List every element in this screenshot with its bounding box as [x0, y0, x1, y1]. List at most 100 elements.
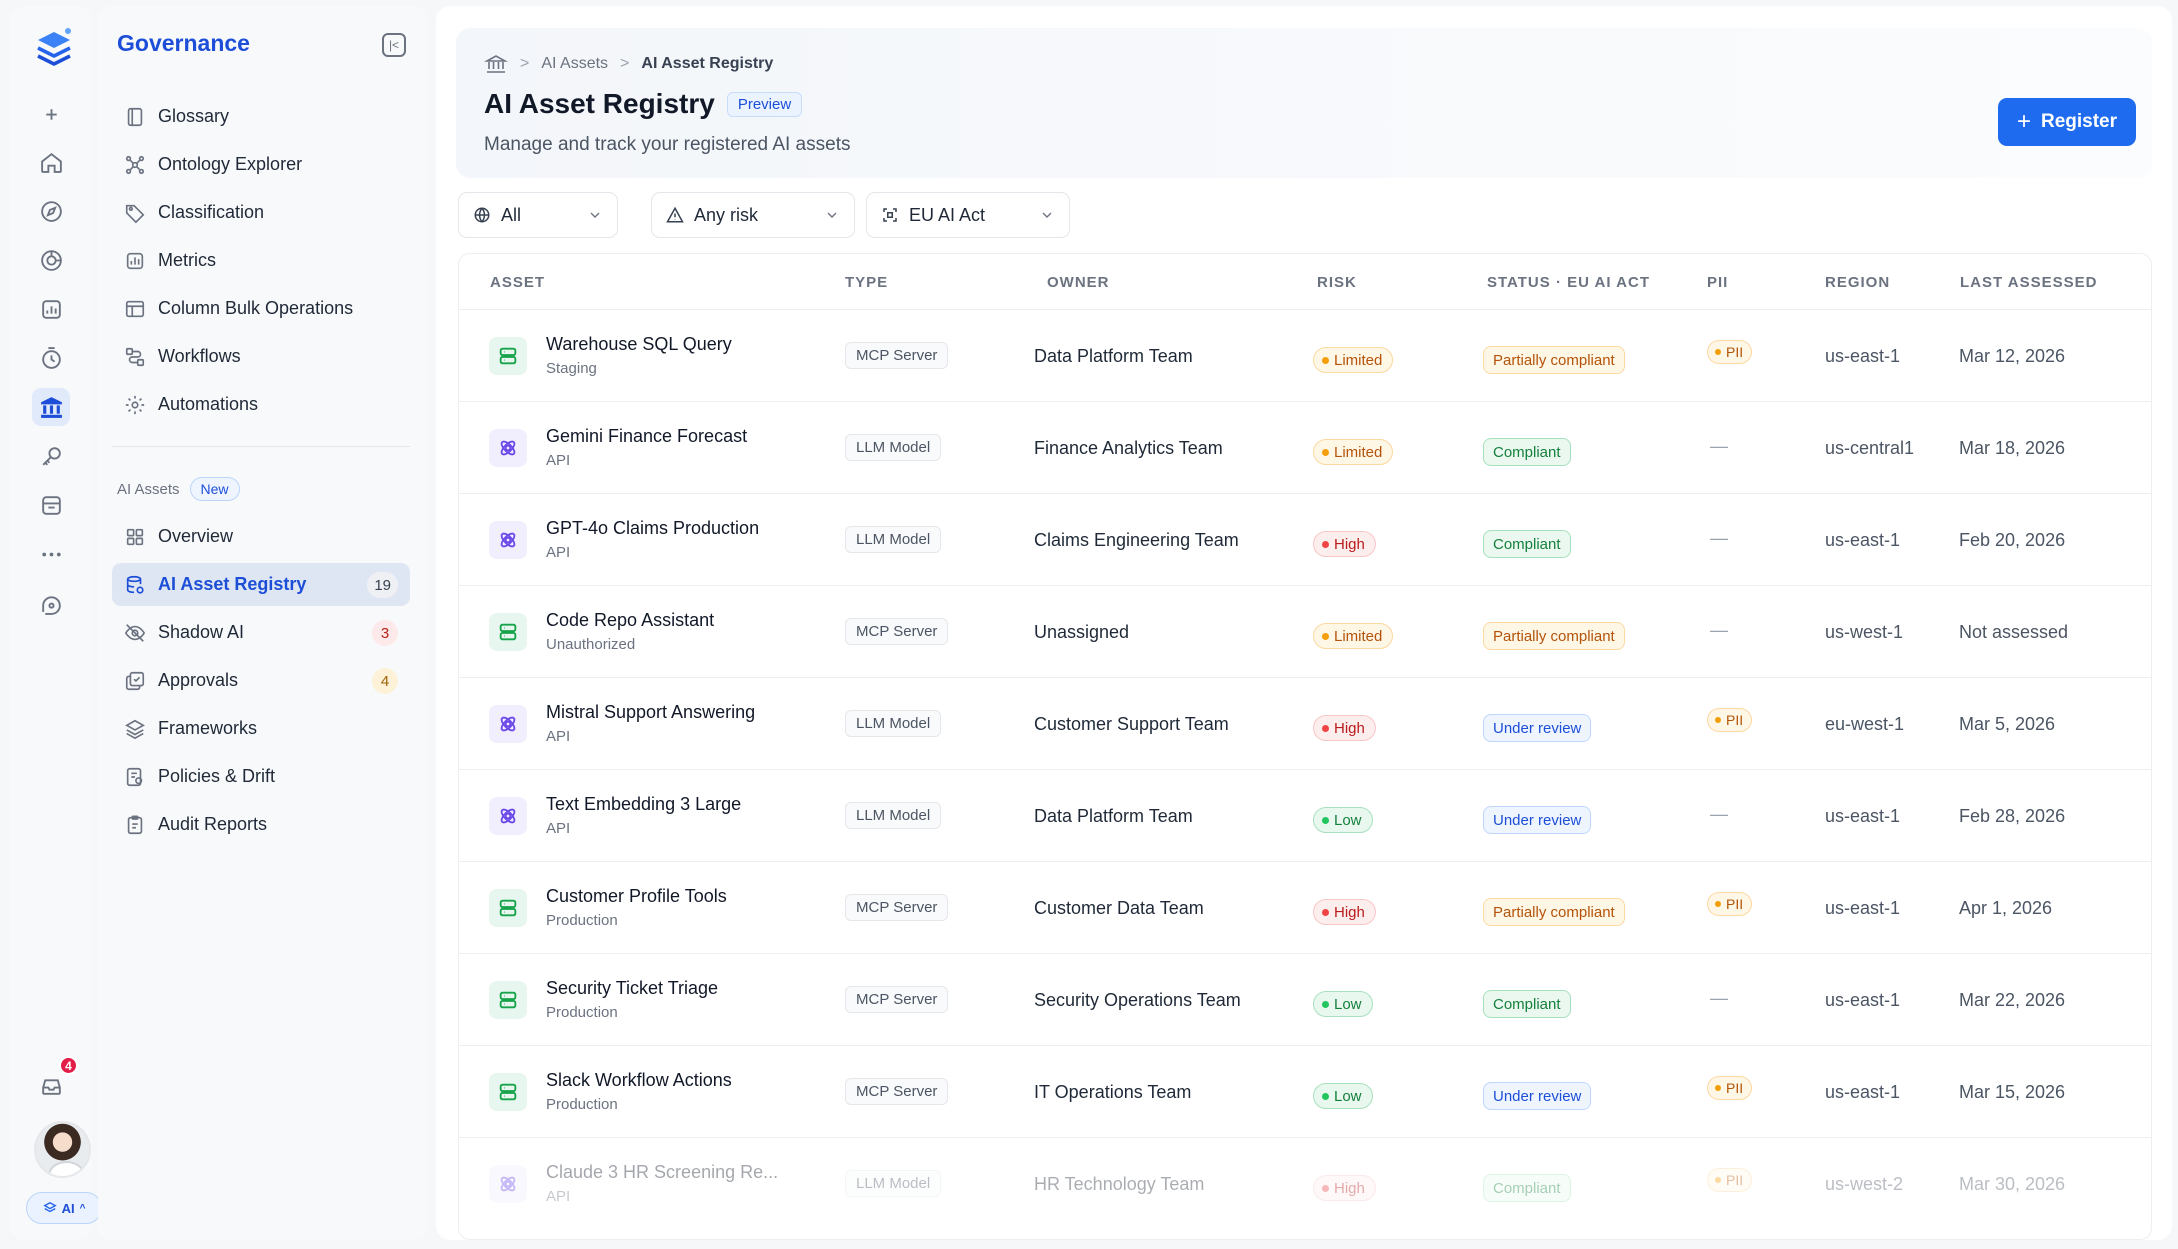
table-row[interactable]: GPT-4o Claims Production API LLM Model Clai…: [459, 494, 2151, 586]
asset-environment: API: [546, 728, 571, 745]
region: us-east-1: [1825, 898, 1901, 918]
risk-label: Low: [1334, 995, 1362, 1013]
table-row[interactable]: Slack Workflow Actions Production MCP Serv…: [459, 1046, 2151, 1138]
tag-icon: [125, 204, 145, 223]
key-icon[interactable]: [32, 437, 70, 475]
more-icon[interactable]: [32, 535, 70, 573]
new-badge: New: [189, 477, 240, 501]
register-button[interactable]: + Register: [1998, 98, 2136, 146]
risk-badge: High: [1313, 715, 1376, 741]
column-header-last-assessed[interactable]: LAST ASSESSED: [1960, 274, 2097, 291]
approval-icon: [125, 671, 145, 690]
sidebar-item-classification[interactable]: Classification: [112, 191, 410, 234]
last-assessed: Mar 15, 2026: [1959, 1082, 2066, 1102]
risk-badge: Limited: [1313, 439, 1394, 465]
home-icon[interactable]: [32, 143, 70, 181]
inbox-icon[interactable]: 4: [32, 1056, 78, 1105]
asset-name[interactable]: GPT-4o Claims Production: [546, 518, 759, 539]
governance-icon[interactable]: [32, 388, 70, 426]
model-icon: [489, 797, 527, 835]
risk-badge: Low: [1313, 807, 1373, 833]
sidebar-item-column-bulk-operations[interactable]: Column Bulk Operations: [112, 287, 410, 330]
risk-label: Limited: [1334, 443, 1383, 461]
status-badge: Compliant: [1483, 990, 1571, 1018]
bank-icon[interactable]: [484, 52, 508, 76]
asset-name[interactable]: Slack Workflow Actions: [546, 1070, 732, 1091]
column-header-region[interactable]: REGION: [1825, 274, 1890, 291]
sidebar-item-metrics[interactable]: Metrics: [112, 239, 410, 282]
quality-icon[interactable]: [32, 339, 70, 377]
framework-filter[interactable]: EU AI Act: [866, 192, 1070, 238]
section-label-ai-assets: AI Assets New: [117, 477, 240, 501]
column-header-pii[interactable]: PII: [1707, 274, 1728, 291]
app-logo-icon[interactable]: [34, 26, 74, 70]
type-badge: MCP Server: [845, 1078, 949, 1105]
column-header-status[interactable]: STATUS · EU AI ACT: [1487, 274, 1650, 291]
scope-filter[interactable]: All: [458, 192, 618, 238]
main-content: > AI Assets > AI Asset Registry AI Asset…: [436, 6, 2172, 1240]
sidebar-item-glossary[interactable]: Glossary: [112, 95, 410, 138]
pii-badge: PII: [1707, 1168, 1753, 1192]
analytics-icon[interactable]: [32, 290, 70, 328]
collapse-sidebar-icon[interactable]: |<: [382, 33, 406, 57]
pii-badge: PII: [1707, 1076, 1753, 1100]
asset-name[interactable]: Text Embedding 3 Large: [546, 794, 741, 815]
sidebar-item-ontology-explorer[interactable]: Ontology Explorer: [112, 143, 410, 186]
sidebar-item-approvals[interactable]: Approvals 4: [112, 659, 410, 702]
table-row[interactable]: Gemini Finance Forecast API LLM Model Finan…: [459, 402, 2151, 494]
region: eu-west-1: [1825, 714, 1905, 734]
insights-icon[interactable]: [32, 241, 70, 279]
pii-dot: [1715, 349, 1721, 355]
sidebar-item-automations[interactable]: Automations: [112, 383, 410, 426]
asset-name[interactable]: Claude 3 HR Screening Re...: [546, 1162, 778, 1183]
table-row[interactable]: Code Repo Assistant Unauthorized MCP Serve…: [459, 586, 2151, 678]
sidebar-item-frameworks[interactable]: Frameworks: [112, 707, 410, 750]
column-header-owner[interactable]: OWNER: [1047, 274, 1110, 291]
pii-empty: —: [1710, 804, 1728, 824]
risk-filter[interactable]: Any risk: [651, 192, 855, 238]
page-subtitle: Manage and track your registered AI asse…: [484, 134, 851, 155]
table-row[interactable]: Customer Profile Tools Production MCP Serv…: [459, 862, 2151, 954]
owner-name: IT Operations Team: [1034, 1082, 1192, 1102]
breadcrumb-ai-assets[interactable]: AI Assets: [541, 55, 608, 73]
asset-name[interactable]: Security Ticket Triage: [546, 978, 718, 999]
asset-name[interactable]: Gemini Finance Forecast: [546, 426, 747, 447]
sidebar-item-shadow-ai[interactable]: Shadow AI 3: [112, 611, 410, 654]
ai-logo-icon: [42, 1201, 57, 1213]
table-row[interactable]: Claude 3 HR Screening Re... API LLM Model H…: [459, 1138, 2151, 1230]
asset-name[interactable]: Code Repo Assistant: [546, 610, 714, 631]
column-header-type[interactable]: TYPE: [845, 274, 888, 291]
add-icon[interactable]: [32, 95, 70, 133]
owner-name: Customer Data Team: [1034, 898, 1204, 918]
last-assessed: Mar 30, 2026: [1959, 1174, 2066, 1194]
asset-name[interactable]: Mistral Support Answering: [546, 702, 755, 723]
sidebar-item-workflows[interactable]: Workflows: [112, 335, 410, 378]
marketplace-icon[interactable]: [32, 486, 70, 524]
table-row[interactable]: Security Ticket Triage Production MCP Serv…: [459, 954, 2151, 1046]
sidebar-item-ai-asset-registry[interactable]: AI Asset Registry 19: [112, 563, 410, 606]
support-chat-icon[interactable]: [32, 584, 70, 622]
section-label-text: AI Assets: [117, 480, 180, 498]
column-header-asset[interactable]: ASSET: [490, 274, 545, 291]
sidebar-item-overview[interactable]: Overview: [112, 515, 410, 558]
filter-value: All: [501, 204, 522, 225]
table-row[interactable]: Mistral Support Answering API LLM Model Cus…: [459, 678, 2151, 770]
risk-dot: [1322, 1000, 1329, 1008]
sidebar-item-audit-reports[interactable]: Audit Reports: [112, 803, 410, 846]
risk-dot: [1322, 540, 1329, 548]
asset-name[interactable]: Warehouse SQL Query: [546, 334, 732, 355]
sidebar-item-label: Approvals: [158, 670, 239, 690]
avatar[interactable]: [34, 1121, 91, 1178]
table-row[interactable]: Text Embedding 3 Large API LLM Model Data P…: [459, 770, 2151, 862]
compass-icon[interactable]: [32, 192, 70, 230]
risk-label: High: [1334, 535, 1365, 553]
column-header-risk[interactable]: RISK: [1317, 274, 1357, 291]
ai-assistant-button[interactable]: AI ^: [26, 1192, 102, 1224]
pii-dot: [1715, 901, 1721, 907]
sidebar-item-policies-drift[interactable]: Policies & Drift: [112, 755, 410, 798]
risk-label: High: [1334, 719, 1365, 737]
asset-name[interactable]: Customer Profile Tools: [546, 886, 727, 907]
table-row[interactable]: Warehouse SQL Query Staging MCP Server Data…: [459, 310, 2151, 402]
region: us-west-1: [1825, 622, 1904, 642]
asset-environment: Unauthorized: [546, 636, 636, 653]
